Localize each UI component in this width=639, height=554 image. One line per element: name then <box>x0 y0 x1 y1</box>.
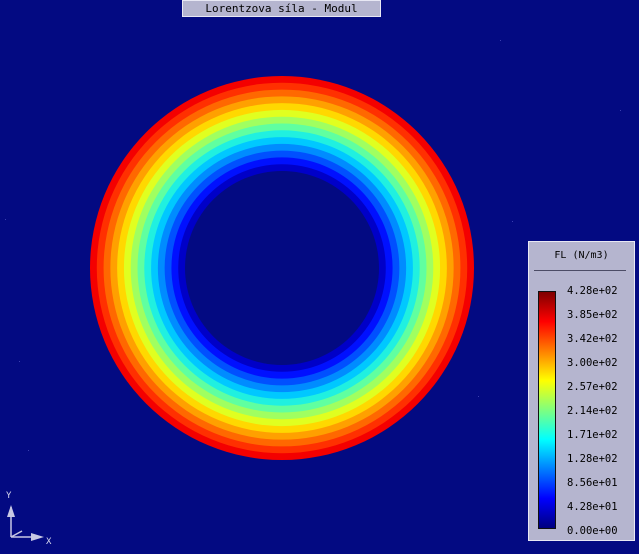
view-title: Lorentzova síla - Modul <box>182 0 381 17</box>
legend-tick-label: 1.71e+02 <box>567 429 618 441</box>
legend-tick-label: 8.56e+01 <box>567 477 618 489</box>
ring-inner-hole <box>185 171 379 365</box>
legend-colorbar <box>538 291 556 529</box>
view-title-text: Lorentzova síla - Modul <box>205 2 358 15</box>
legend-tick-label: 4.28e+01 <box>567 501 618 513</box>
x-axis-label: X <box>46 537 52 547</box>
legend-title: FL (N/m3) <box>554 250 609 261</box>
legend-tick-label: 1.28e+02 <box>567 453 618 465</box>
legend-tick-label: 0.00e+00 <box>567 525 618 537</box>
y-axis-label: Y <box>6 491 12 501</box>
legend-tick-label: 3.00e+02 <box>567 357 618 369</box>
lorentz-force-ring <box>90 76 474 460</box>
legend-tick-label: 4.28e+02 <box>567 285 618 297</box>
legend-tick-label: 2.57e+02 <box>567 381 618 393</box>
axis-triad: Y X <box>0 490 60 550</box>
color-legend[interactable]: FL (N/m3) 4.28e+02 3.85e+02 3.42e+02 3.0… <box>528 241 635 541</box>
legend-divider <box>534 270 626 271</box>
legend-tick-label: 2.14e+02 <box>567 405 618 417</box>
legend-tick-label: 3.85e+02 <box>567 309 618 321</box>
legend-tick-label: 3.42e+02 <box>567 333 618 345</box>
